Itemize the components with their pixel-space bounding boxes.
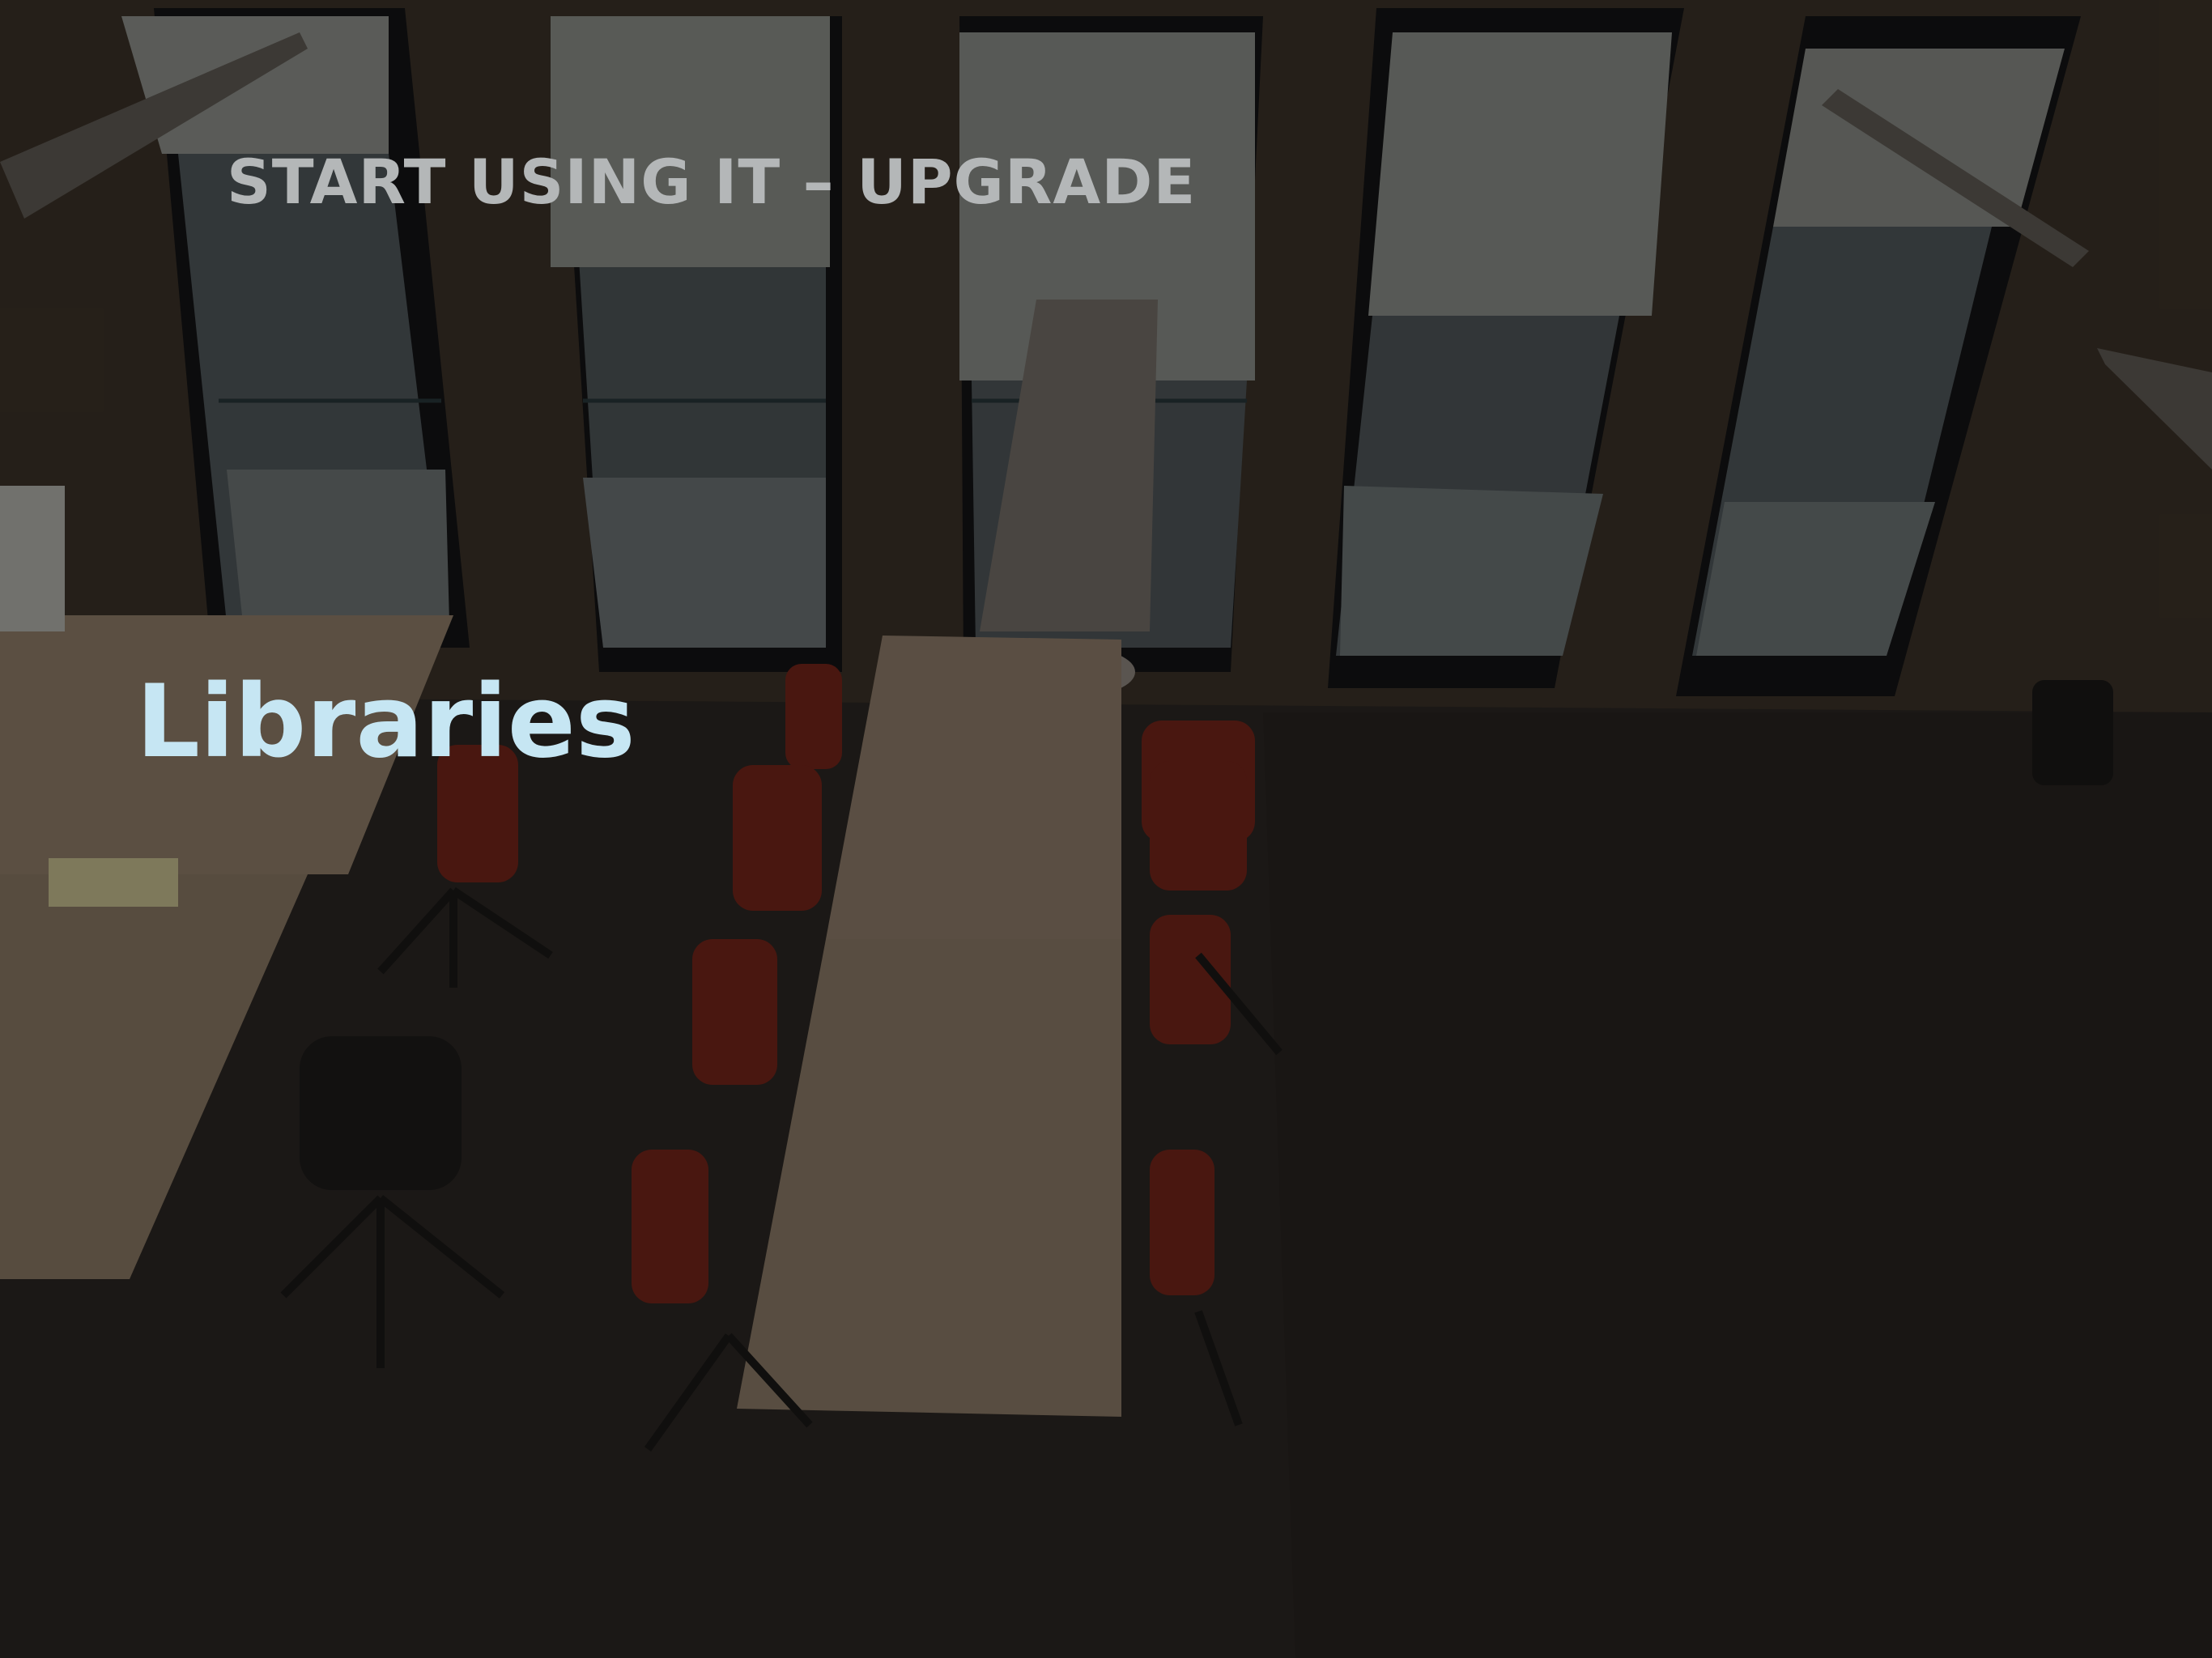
overlay-dim — [0, 0, 2212, 1658]
slide-kicker: START USING IT – UPGRADE — [227, 146, 1197, 218]
slide: START USING IT – UPGRADE Libraries — [0, 0, 2212, 1658]
slide-heading: Libraries — [136, 664, 636, 780]
